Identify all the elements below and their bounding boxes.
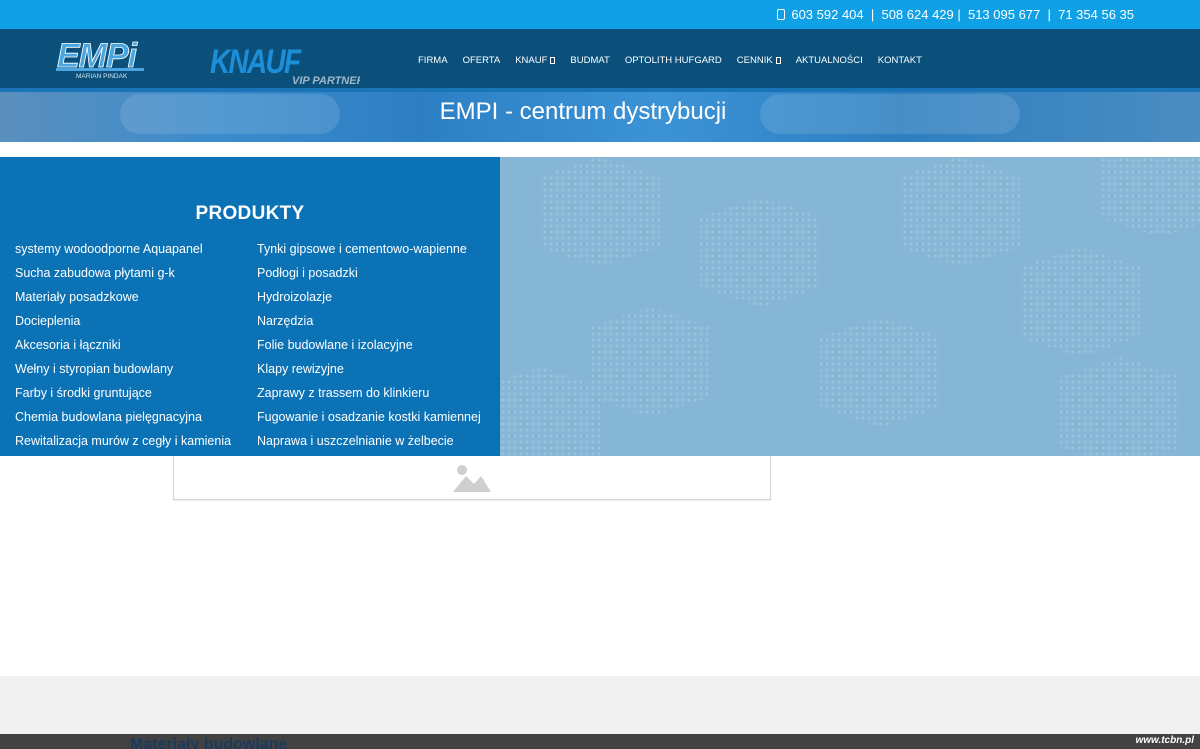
footer-heading: Materiały budowlane: [130, 736, 288, 749]
nav-item-budmat[interactable]: BUDMAT: [570, 55, 609, 66]
phone-icon: [777, 9, 786, 20]
products-panel: PRODUKTY systemy wodoodporne Aquapanel Su…: [0, 157, 500, 456]
nav-item-label: KNAUF: [515, 55, 548, 66]
nav-item-cennik[interactable]: CENNIK: [737, 55, 781, 66]
product-link[interactable]: Docieplenia: [15, 313, 231, 337]
product-link[interactable]: Folie budowlane i izolacyjne: [257, 337, 481, 361]
product-link[interactable]: Materiały posadzkowe: [15, 289, 231, 313]
bottom-bar: Materiały budowlane www.tcbn.pl: [0, 734, 1200, 749]
nav-item-optolith-hufgard[interactable]: OPTOLITH HUFGARD: [625, 55, 722, 66]
main-navbar: EMPi MARIAN PINDAK KNAUF VIP PARTNER FIR…: [0, 29, 1200, 88]
nav-item-oferta[interactable]: OFERTA: [463, 55, 501, 66]
phone-numbers: 603 592 404 | 508 624 429 | 513 095 677 …: [777, 7, 1134, 22]
nav-item-label: OFERTA: [462, 55, 501, 66]
hero-banner: EMPI - centrum dystrybucji: [0, 88, 1200, 142]
nav-item-label: BUDMAT: [570, 55, 610, 66]
nav-item-firma[interactable]: FIRMA: [418, 55, 448, 66]
product-link[interactable]: Naprawa i uszczelnianie w żelbecie: [257, 433, 481, 457]
phone-list[interactable]: 603 592 404 | 508 624 429 | 513 095 677 …: [791, 7, 1134, 22]
image-placeholder: [173, 456, 771, 500]
product-link[interactable]: Akcesoria i łączniki: [15, 337, 231, 361]
product-link[interactable]: Tynki gipsowe i cementowo-wapienne: [257, 241, 481, 265]
nav-item-label: OPTOLITH HUFGARD: [624, 55, 722, 66]
product-link[interactable]: Rewitalizacja murów z cegły i kamienia: [15, 433, 231, 457]
product-link[interactable]: Chemia budowlana pielęgnacyjna: [15, 409, 231, 433]
watermark: www.tcbn.pl: [1135, 735, 1194, 746]
top-contact-bar: 603 592 404 | 508 624 429 | 513 095 677 …: [0, 0, 1200, 29]
products-column-left: systemy wodoodporne Aquapanel Sucha zabud…: [15, 241, 231, 457]
nav-item-aktualności[interactable]: AKTUALNOŚCI: [796, 55, 863, 66]
dropdown-caret-icon: [775, 57, 781, 64]
image-placeholder-icon: [453, 465, 491, 492]
empi-logo[interactable]: EMPi MARIAN PINDAK: [56, 37, 146, 81]
main-menu: FIRMA OFERTA KNAUF BUDMAT OPTOLITH HUFGARD CE…: [418, 55, 937, 66]
product-link[interactable]: Narzędzia: [257, 313, 481, 337]
product-link[interactable]: Wełny i styropian budowlany: [15, 361, 231, 385]
nav-item-knauf[interactable]: KNAUF: [515, 55, 556, 66]
products-heading: PRODUKTY: [195, 203, 305, 224]
knauf-vip-partner: VIP PARTNER: [292, 75, 360, 87]
product-link[interactable]: Podłogi i posadzki: [257, 265, 481, 289]
nav-item-label: FIRMA: [418, 55, 448, 66]
empi-logo-subtitle: MARIAN PINDAK: [76, 73, 128, 80]
product-link[interactable]: Hydroizolazje: [257, 289, 481, 313]
footer-area: [0, 676, 1200, 734]
product-link[interactable]: Zaprawy z trassem do klinkieru: [257, 385, 481, 409]
hexagon-pattern: [500, 157, 1200, 456]
nav-item-kontakt[interactable]: KONTAKT: [878, 55, 922, 66]
products-column-right: Tynki gipsowe i cementowo-wapienne Podłog…: [257, 241, 481, 457]
decorative-pattern-panel: [500, 157, 1200, 456]
knauf-logo-text: KNAUF: [210, 42, 302, 80]
product-link[interactable]: Fugowanie i osadzanie kostki kamiennej: [257, 409, 481, 433]
product-link[interactable]: Farby i środki gruntujące: [15, 385, 231, 409]
hero-title: EMPI - centrum dystrybucji: [439, 98, 727, 125]
product-link[interactable]: systemy wodoodporne Aquapanel: [15, 241, 231, 265]
dropdown-caret-icon: [550, 57, 556, 64]
knauf-logo[interactable]: KNAUF VIP PARTNER: [210, 35, 360, 87]
nav-item-label: KONTAKT: [877, 55, 922, 66]
product-link[interactable]: Sucha zabudowa płytami g-k: [15, 265, 231, 289]
product-link[interactable]: Klapy rewizyjne: [257, 361, 481, 385]
nav-item-label: AKTUALNOŚCI: [795, 55, 863, 66]
hero-stripe: [0, 88, 1200, 92]
nav-item-label: CENNIK: [736, 55, 773, 66]
